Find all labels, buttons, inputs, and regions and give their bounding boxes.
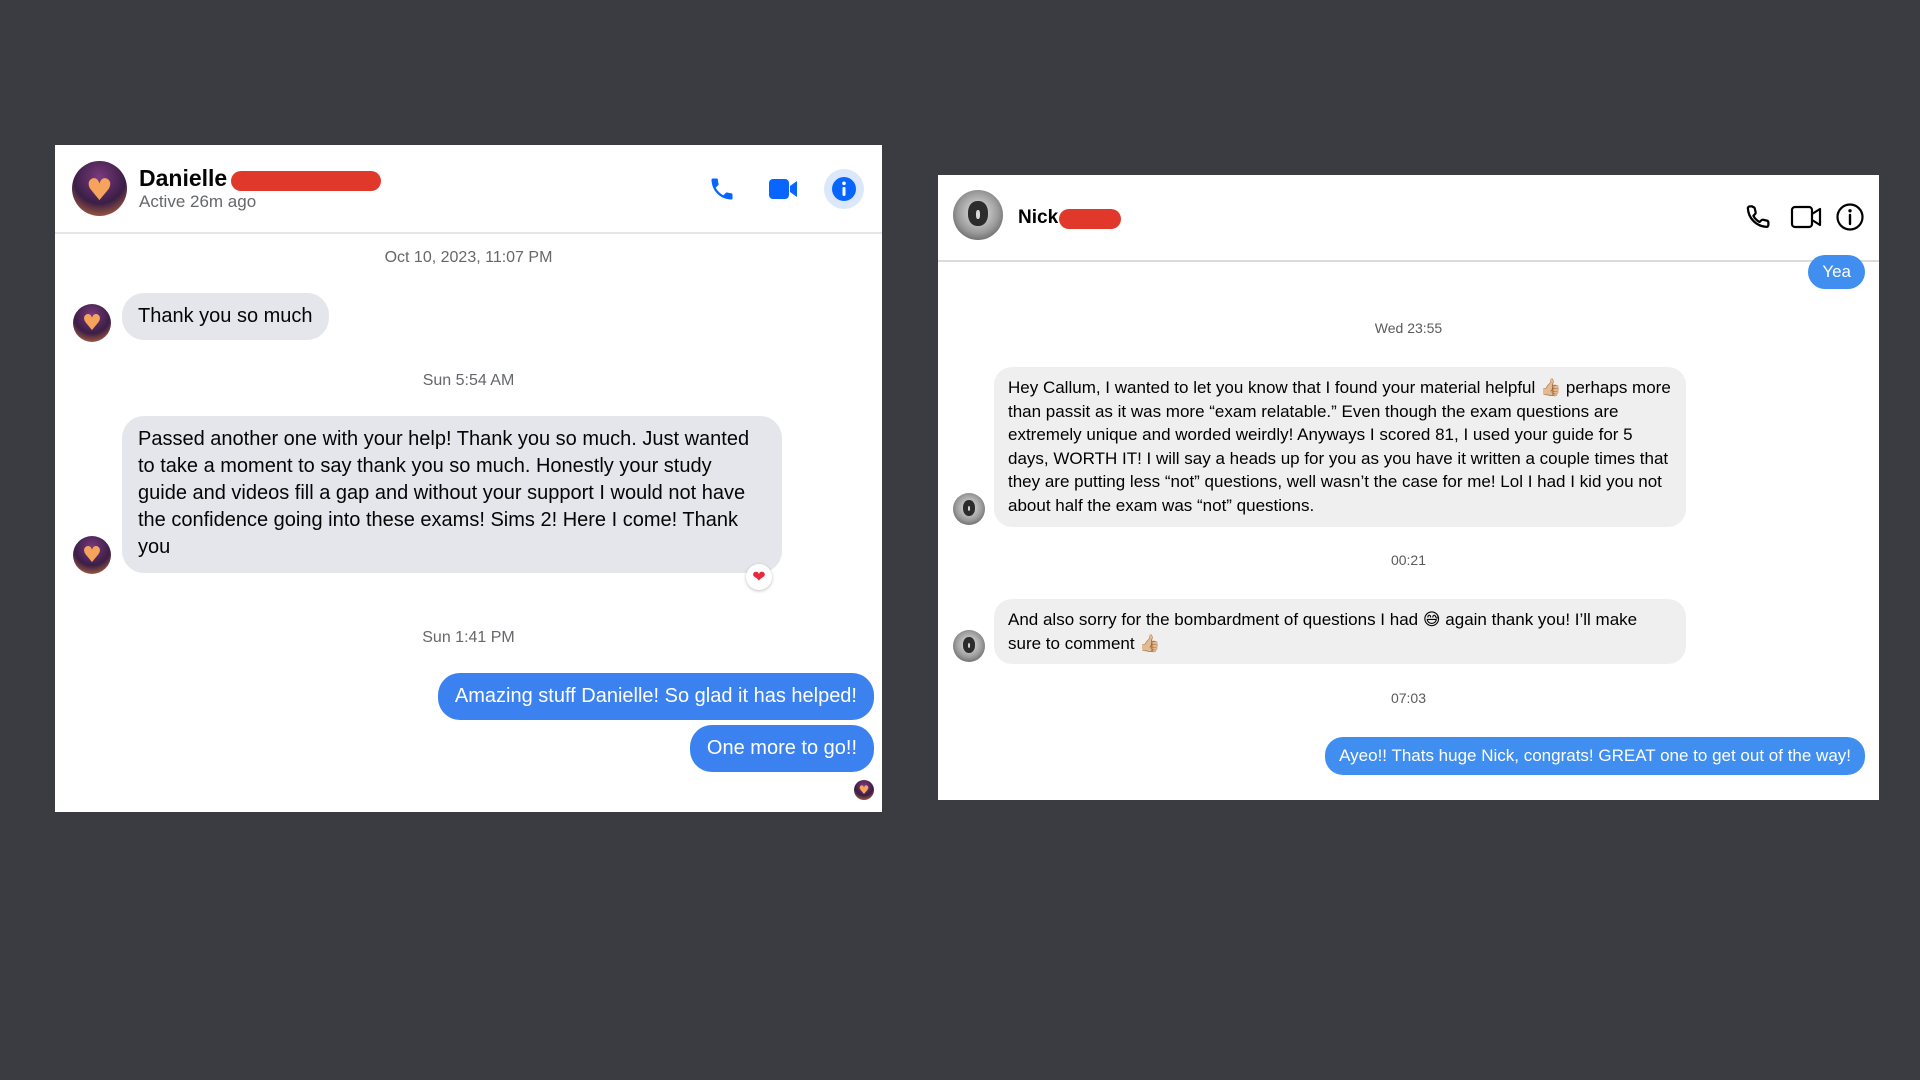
message-timestamp: Wed 23:55	[1374, 320, 1443, 336]
contact-avatar-small	[953, 493, 985, 525]
message-timestamp: Sun 5:54 AM	[422, 372, 515, 389]
info-icon	[832, 177, 856, 201]
received-message[interactable]: And also sorry for the bombardment of qu…	[994, 599, 1686, 665]
chat-header: Nick	[938, 175, 1879, 262]
info-button[interactable]	[824, 169, 864, 209]
received-message[interactable]: Hey Callum, I wanted to let you know tha…	[994, 367, 1686, 527]
contact-avatar-small	[953, 630, 985, 662]
messenger-chat-panel: ♥ Danielle Active 26m ago Oct 10, 2023, …	[55, 145, 882, 812]
sent-message[interactable]: Amazing stuff Danielle! So glad it has h…	[437, 673, 874, 720]
info-icon[interactable]	[1835, 202, 1865, 232]
face-silhouette	[968, 201, 988, 226]
read-receipt-avatar: ♥	[854, 780, 874, 800]
active-status: Active 26m ago	[139, 192, 257, 211]
sent-message[interactable]: Yea	[1808, 255, 1865, 289]
message-timestamp: 07:03	[1390, 690, 1427, 706]
redacted-surname	[231, 171, 381, 191]
received-message[interactable]: Thank you so much	[122, 293, 329, 340]
phone-icon[interactable]	[708, 175, 736, 203]
message-timestamp: Oct 10, 2023, 11:07 PM	[384, 249, 553, 266]
phone-icon[interactable]	[1744, 202, 1774, 232]
heart-hands-icon: ♥	[858, 783, 870, 797]
contact-avatar-small: ♥	[73, 304, 111, 342]
chat-header: ♥ Danielle Active 26m ago	[55, 145, 882, 234]
instagram-chat-panel: Nick Yea Wed 23:55 Hey Callum, I wanted …	[938, 175, 1879, 800]
received-message[interactable]: Passed another one with your help! Thank…	[122, 416, 782, 573]
message-timestamp: Sun 1:41 PM	[422, 629, 515, 646]
sent-message[interactable]: Ayeo!! Thats huge Nick, congrats! GREAT …	[1325, 737, 1865, 775]
face-silhouette	[962, 637, 976, 654]
contact-avatar-small: ♥	[73, 536, 111, 574]
video-icon[interactable]	[1790, 202, 1822, 232]
contact-avatar[interactable]: ♥	[72, 161, 127, 216]
sent-message[interactable]: One more to go!!	[689, 725, 874, 772]
contact-name[interactable]: Danielle	[139, 165, 227, 192]
video-icon[interactable]	[768, 177, 798, 201]
contact-avatar[interactable]	[953, 190, 1003, 240]
heart-hands-icon: ♥	[82, 543, 102, 568]
face-silhouette	[962, 500, 976, 517]
heart-reaction-icon[interactable]: ❤	[746, 564, 772, 590]
heart-hands-icon: ♥	[86, 173, 113, 208]
redacted-surname	[1059, 209, 1121, 229]
message-timestamp: 00:21	[1390, 552, 1427, 568]
contact-name[interactable]: Nick	[1018, 207, 1058, 229]
heart-hands-icon: ♥	[82, 311, 102, 336]
